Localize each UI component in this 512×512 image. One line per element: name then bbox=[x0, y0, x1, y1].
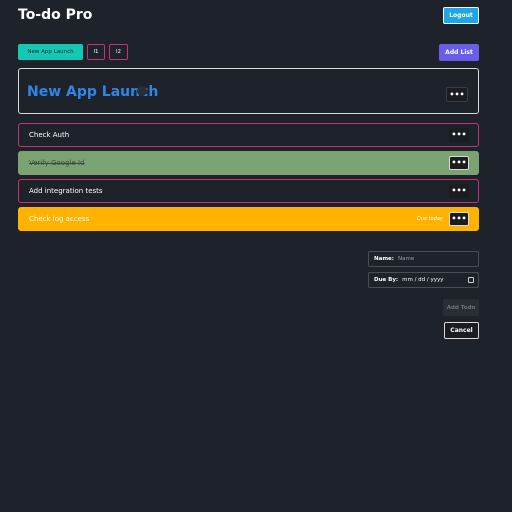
add-todo-button[interactable]: Add Todo bbox=[443, 299, 479, 316]
todo-text: Check Auth bbox=[29, 131, 70, 139]
calendar-icon[interactable] bbox=[468, 277, 474, 283]
todo-text: Add integration tests bbox=[29, 187, 103, 195]
app-title: To-do Pro bbox=[18, 7, 93, 23]
todo-item[interactable]: Add integration tests ••• bbox=[18, 179, 479, 203]
list-header-card: New App Launch ••• bbox=[18, 68, 479, 114]
todo-more-button[interactable]: ••• bbox=[449, 128, 469, 142]
cancel-button[interactable]: Cancel bbox=[444, 322, 479, 339]
due-date-field[interactable]: Due By: mm / dd / yyyy bbox=[368, 272, 479, 288]
add-list-button[interactable]: Add List bbox=[439, 44, 479, 61]
tab-l2[interactable]: l2 bbox=[109, 44, 128, 60]
todo-item-done[interactable]: Verify Google Id ••• bbox=[18, 151, 479, 175]
due-placeholder: mm / dd / yyyy bbox=[402, 277, 444, 283]
todo-text: Check log access bbox=[29, 215, 90, 223]
due-badge: Due today bbox=[417, 216, 443, 222]
name-placeholder: Name bbox=[397, 256, 415, 262]
logout-button[interactable]: Logout bbox=[443, 7, 479, 24]
list-status-dot bbox=[137, 86, 147, 96]
todo-text: Verify Google Id bbox=[29, 159, 85, 167]
todo-name-field[interactable]: Name: Name bbox=[368, 251, 479, 267]
list-more-button[interactable]: ••• bbox=[446, 87, 468, 102]
tab-new-app-launch[interactable]: New App Launch bbox=[18, 44, 83, 60]
todo-item-due[interactable]: Check log access Due today ••• bbox=[18, 207, 479, 231]
todo-more-button[interactable]: ••• bbox=[449, 212, 469, 226]
due-label: Due By: bbox=[374, 277, 399, 283]
todo-more-button[interactable]: ••• bbox=[449, 184, 469, 198]
todo-more-button[interactable]: ••• bbox=[449, 156, 469, 170]
todo-item[interactable]: Check Auth ••• bbox=[18, 123, 479, 147]
name-label: Name: bbox=[374, 256, 394, 262]
tab-l1[interactable]: l1 bbox=[87, 44, 105, 60]
